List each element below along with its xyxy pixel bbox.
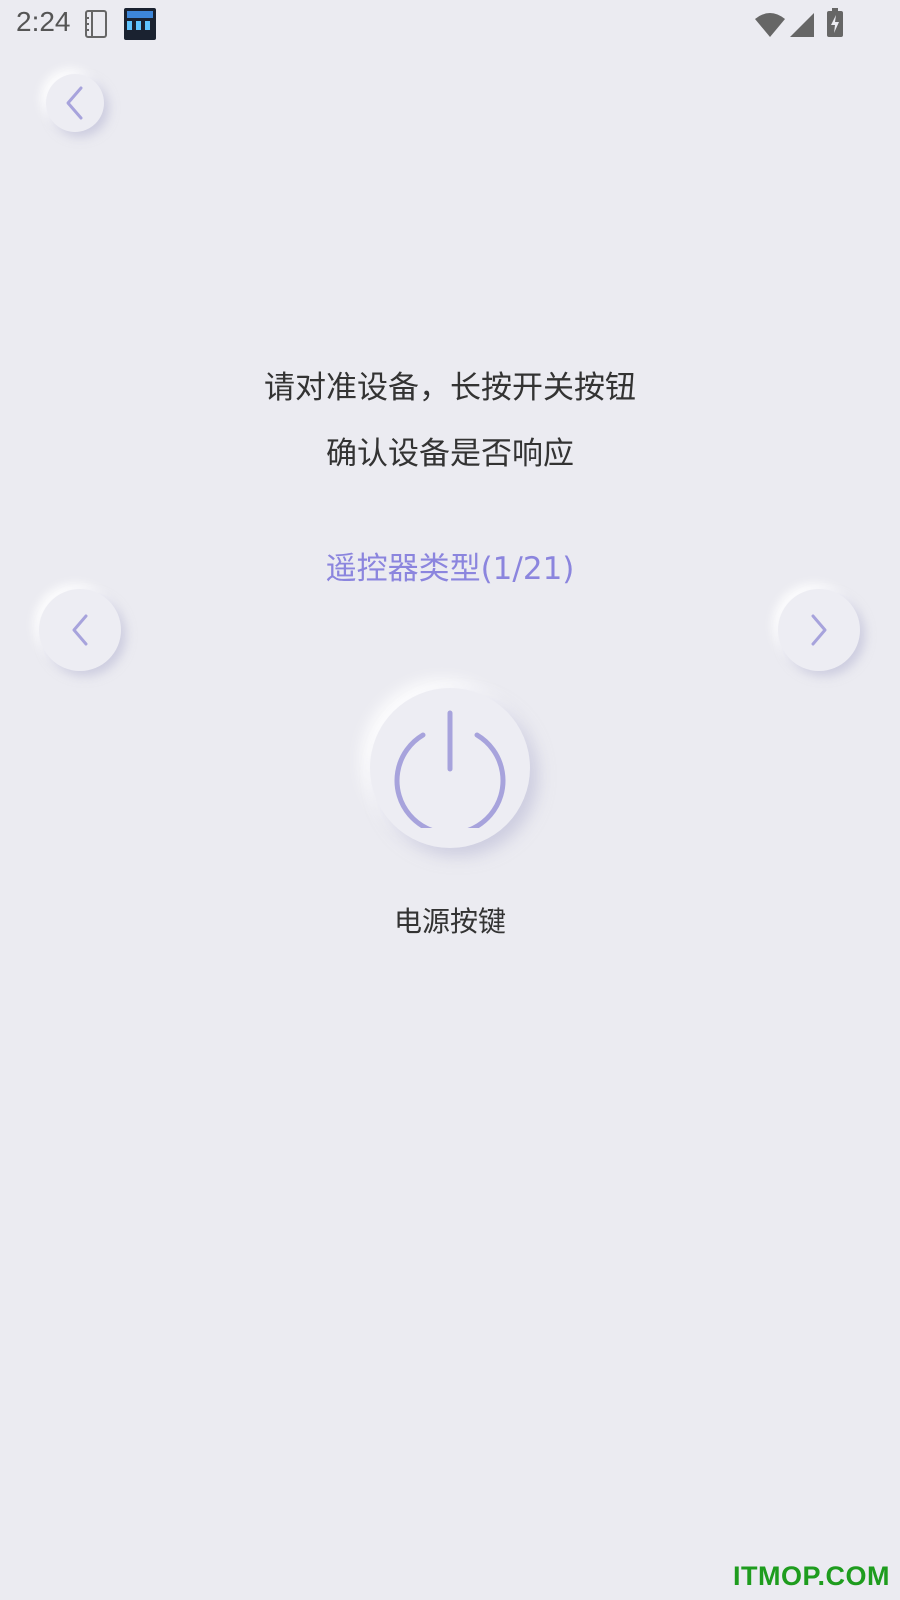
status-time: 2:24 — [16, 6, 71, 37]
chevron-right-icon — [811, 614, 827, 646]
instruction-line-1: 请对准设备，长按开关按钮 — [264, 370, 636, 406]
signal-icon — [790, 13, 814, 37]
battery-charging-icon — [827, 8, 843, 37]
prev-remote-button[interactable] — [39, 589, 121, 671]
next-remote-button[interactable] — [778, 589, 860, 671]
watermark: ITMOP.COM — [732, 1561, 890, 1591]
notebook-icon — [85, 10, 107, 38]
status-bar: 2:24 — [0, 0, 900, 50]
power-button[interactable] — [370, 688, 530, 848]
power-icon — [394, 710, 506, 828]
instruction-line-2: 确认设备是否响应 — [326, 436, 574, 472]
chevron-left-icon — [66, 86, 83, 120]
app-clock-icon — [124, 8, 156, 40]
power-button-label: 电源按键 — [393, 905, 506, 938]
remote-type-label: 遥控器类型(1/21) — [325, 551, 575, 587]
chevron-left-icon — [72, 614, 88, 646]
wifi-icon — [755, 13, 785, 37]
back-button[interactable] — [46, 74, 104, 132]
